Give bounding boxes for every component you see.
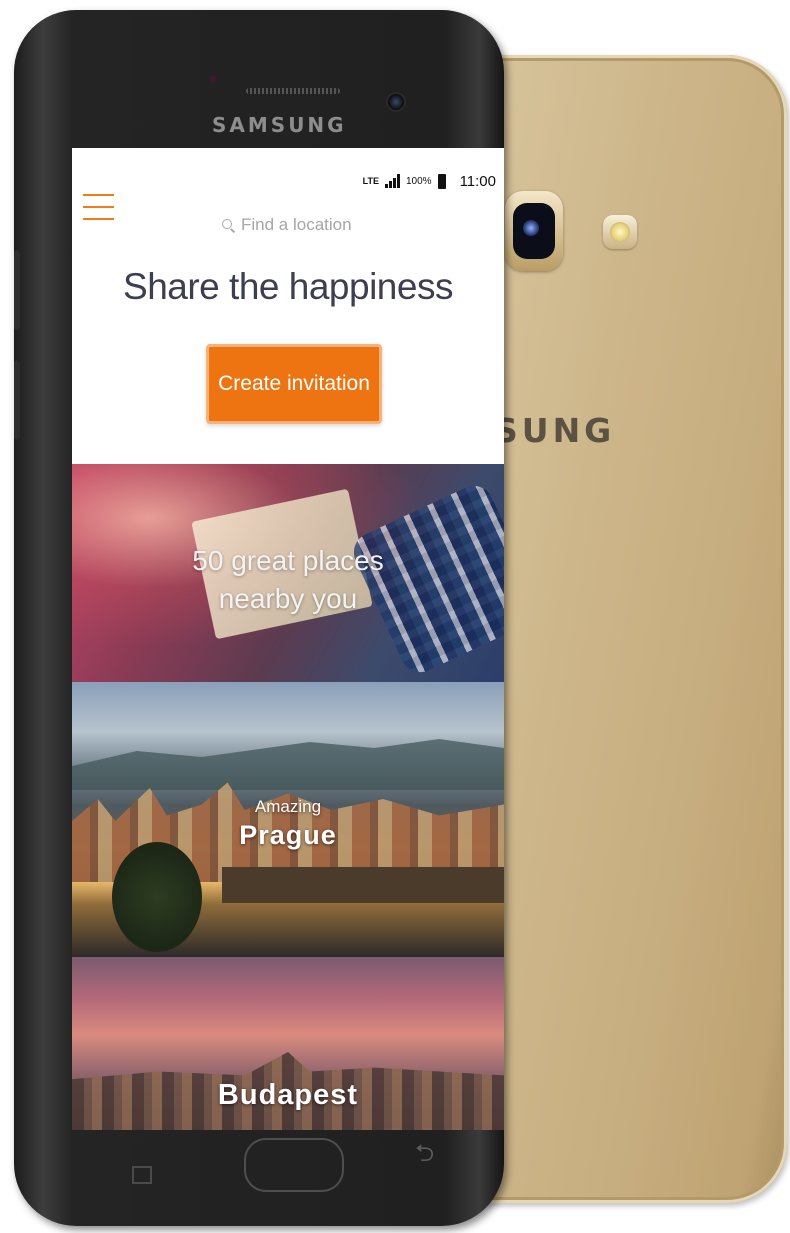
page-headline: Share the happiness <box>123 266 453 307</box>
card-title: Budapest <box>217 1079 359 1111</box>
battery-percent: 100% <box>405 175 432 187</box>
proximity-sensor <box>209 75 217 83</box>
card-prague[interactable]: Amazing Prague <box>72 682 504 957</box>
signal-strength-icon <box>384 174 400 188</box>
flash-led <box>610 222 630 242</box>
search-icon <box>222 218 235 232</box>
create-invitation-button[interactable]: Create invitation <box>206 344 382 424</box>
back-brand-logo: SUNG <box>494 411 616 450</box>
home-button[interactable] <box>244 1138 344 1192</box>
card-photo-tree <box>112 842 202 952</box>
back-key-icon[interactable]: ⮌ <box>415 1142 449 1166</box>
card-nearby-places[interactable]: 50 great places nearby you <box>72 464 504 682</box>
card-eyebrow: Amazing <box>254 797 322 816</box>
card-title-line: 50 great places <box>192 545 384 576</box>
card-title: 50 great places nearby you <box>72 542 504 618</box>
hamburger-menu-icon[interactable] <box>83 192 115 224</box>
battery-icon <box>437 173 446 189</box>
earpiece-speaker <box>246 88 340 94</box>
front-brand-logo: SAMSUNG <box>212 113 347 137</box>
phone-front-view: SAMSUNG ⮌ LTE 100% 11:00 Share the happi… <box>14 10 504 1226</box>
location-search[interactable] <box>222 212 422 238</box>
volume-up-key <box>14 250 20 330</box>
volume-down-key <box>14 360 20 440</box>
status-bar: LTE 100% 11:00 <box>363 170 496 192</box>
card-title-line: nearby you <box>218 583 358 614</box>
camera-lens-glint <box>523 220 539 236</box>
recents-key-icon[interactable] <box>132 1166 152 1184</box>
front-camera <box>388 94 404 110</box>
app-screen: LTE 100% 11:00 Share the happiness Creat… <box>72 148 504 1130</box>
clock: 11:00 <box>459 172 496 190</box>
card-title: Prague <box>239 820 337 850</box>
card-photo-hills <box>72 739 504 790</box>
search-input[interactable] <box>241 215 401 235</box>
network-type: LTE <box>362 175 379 186</box>
card-budapest[interactable]: Budapest <box>72 957 504 1130</box>
card-photo-bridge <box>222 867 504 903</box>
